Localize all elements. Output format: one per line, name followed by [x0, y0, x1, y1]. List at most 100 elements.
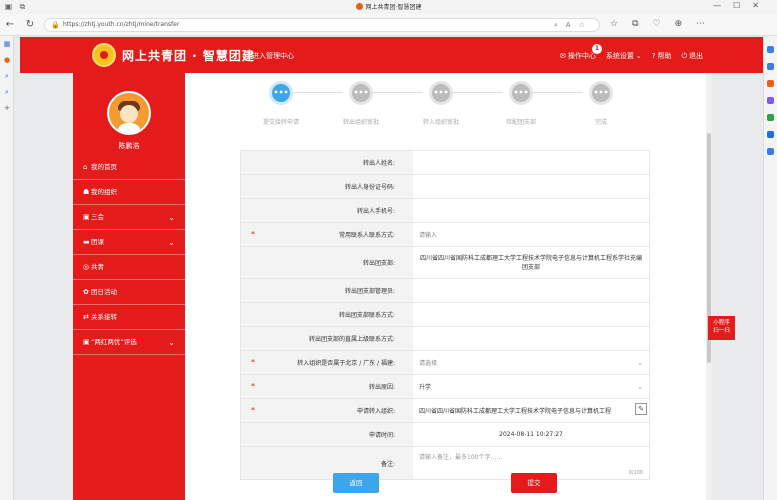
- id-number-field: [413, 175, 649, 198]
- sidebar-item-awards[interactable]: ▣“两红两优”评选 ⌄: [73, 330, 185, 355]
- transfer-icon: ⇄: [83, 313, 89, 321]
- browser-sidebar-right: [763, 36, 777, 500]
- out-branch-value: 四川省四川省国防科工成都理工大学工程技术学院电子信息与计算机工程系学社充编团支部: [419, 254, 642, 271]
- step-complete: ••• 完成: [571, 81, 631, 126]
- region-select[interactable]: 请选择 ⌄: [413, 351, 649, 374]
- chevron-down-icon: ⌄: [168, 213, 175, 222]
- browser-tab-bar: ▣ ⧉ 网上共青团·智慧团建 —☐✕: [0, 0, 777, 14]
- url-actions[interactable]: ⌕A☆: [554, 19, 593, 31]
- window-controls[interactable]: —☐✕: [713, 1, 771, 10]
- copilot-icon[interactable]: [767, 46, 774, 53]
- branch-admin-value: [413, 279, 649, 302]
- browser-tab[interactable]: 网上共青团·智慧团建: [0, 2, 777, 11]
- superior-contact-value: [413, 327, 649, 350]
- target-org-field[interactable]: 四川省四川省国防科工成都理工大学工程技术学院电子信息与计算机工程 ✎: [413, 399, 649, 422]
- browser-toolbar[interactable]: ☆⧉♡⊕⋯: [610, 19, 719, 29]
- shopping-icon[interactable]: [767, 80, 774, 87]
- help-button[interactable]: ? 帮助: [652, 51, 672, 61]
- add-icon[interactable]: +: [3, 104, 11, 112]
- row-region-select: * 转入组织是否属于北京 / 广东 / 福建: 请选择 ⌄: [241, 351, 649, 375]
- contact-input[interactable]: 请输入: [413, 223, 649, 246]
- admin-center-link[interactable]: 进入管理中心: [252, 51, 294, 61]
- row-branch-contact: 转出团支部联系方式:: [241, 303, 649, 327]
- chevron-down-icon: ⌄: [168, 338, 175, 347]
- site-favicon-icon: [355, 3, 363, 10]
- org-icon: ☗: [83, 188, 90, 196]
- submit-button[interactable]: 提交: [511, 473, 557, 493]
- message-count-badge: 1: [591, 44, 602, 54]
- settings-dropdown[interactable]: 系统设置 ⌄: [606, 51, 642, 61]
- drop-icon[interactable]: [767, 148, 774, 155]
- search-icon-2[interactable]: ⌕: [3, 88, 11, 96]
- favorite-app-icon[interactable]: ●: [3, 56, 11, 64]
- phone-field: [413, 199, 649, 222]
- sidebar-item-league[interactable]: ◎ 共青: [73, 255, 185, 280]
- chevron-down-icon: ⌄: [168, 238, 175, 247]
- username: 陈鹏浩: [118, 142, 140, 150]
- address-bar-area: ← ↻ 🔒 https://zhtj.youth.cn/zhtj/mine/tr…: [0, 14, 777, 36]
- sidebar-item-meetings[interactable]: ▣三会 ⌄: [73, 205, 185, 230]
- chevron-down-icon: ⌄: [637, 358, 643, 367]
- refresh-icon[interactable]: ↻: [24, 19, 36, 31]
- step-out-approval: ••• 转出组织审批: [331, 81, 391, 126]
- ellipsis-icon: •••: [429, 81, 453, 105]
- logout-button[interactable]: ⏻ 退出: [681, 51, 703, 61]
- sidebar-item-courses[interactable]: ▬团课 ⌄: [73, 230, 185, 255]
- row-out-branch: 转出团支部: 四川省四川省国防科工成都理工大学工程技术学院电子信息与计算机工程系…: [241, 247, 649, 279]
- league-logo-icon: [92, 43, 116, 67]
- home-icon: ⌂: [83, 163, 88, 171]
- chevron-down-icon: ⌄: [635, 52, 642, 60]
- games-icon[interactable]: [767, 97, 774, 104]
- mini-program-qr-button[interactable]: 小程序 扫一扫: [708, 316, 735, 340]
- app-header: 网上共青团 · 智慧团建 进入管理中心 ✉ 操作中心 1 系统设置 ⌄ ? 帮助…: [20, 37, 763, 73]
- mail-icon: ✉: [559, 52, 566, 60]
- avatar[interactable]: [107, 91, 151, 135]
- power-icon: ⏻: [681, 51, 687, 60]
- ellipsis-icon: •••: [509, 81, 533, 105]
- tools-icon[interactable]: [767, 63, 774, 70]
- row-name: 转出人姓名:: [241, 151, 649, 175]
- row-target-org: * 申请转入组织: 四川省四川省国防科工成都理工大学工程技术学院电子信息与计算机工…: [241, 399, 649, 423]
- brand-title: 网上共青团 · 智慧团建: [122, 49, 255, 63]
- url-input[interactable]: 🔒 https://zhtj.youth.cn/zhtj/mine/transf…: [44, 18, 600, 32]
- ellipsis-icon: •••: [349, 81, 373, 105]
- sidebar-item-activities[interactable]: ✿ 团日活动: [73, 280, 185, 305]
- sidebar-item-transfer[interactable]: ⇄ 关系接转: [73, 305, 185, 330]
- chevron-down-icon: ⌄: [637, 382, 643, 391]
- course-icon: ▬: [83, 238, 90, 246]
- outlook-icon[interactable]: [767, 131, 774, 138]
- step-assign-branch: ••• 待配团支部: [491, 81, 551, 126]
- edit-icon[interactable]: ✎: [635, 403, 647, 415]
- transfer-form: 转出人姓名: 转出人身份证号码: 转出人手机号: * 常用联系人联系方式: 请输入…: [240, 150, 650, 480]
- back-icon[interactable]: ←: [4, 19, 16, 31]
- sidebar-item-my-org[interactable]: ☗ 我的组织: [73, 180, 185, 205]
- award-icon: ▣: [83, 338, 90, 346]
- row-reason: * 转出原因: 升学 ⌄: [241, 375, 649, 399]
- sidebar-item-home[interactable]: ⌂ 我的首页: [73, 155, 185, 180]
- ellipsis-icon: •••: [269, 81, 293, 105]
- required-mark: *: [251, 230, 255, 239]
- row-remark: 备注: 请输入备注，最多100个字…… 0/100: [241, 447, 649, 479]
- required-mark: *: [251, 406, 255, 415]
- activity-icon: ✿: [83, 288, 89, 296]
- back-button[interactable]: 返回: [333, 473, 379, 493]
- sidebar-menu: ⌂ 我的首页 ☗ 我的组织 ▣三会 ⌄ ▬团课 ⌄ ◎ 共青 ✿ 团日活动 ⇄ 关系接转 ▣“…: [73, 155, 185, 355]
- lock-icon: 🔒: [51, 21, 60, 29]
- row-branch-admin: 转出团支部管理员:: [241, 279, 649, 303]
- step-submit: ••• 提交接转申请: [251, 81, 311, 126]
- collections-icon[interactable]: ▦: [3, 40, 11, 48]
- required-mark: *: [251, 358, 255, 367]
- content-scrollbar[interactable]: [706, 73, 712, 500]
- name-field: [413, 151, 649, 174]
- row-superior-contact: 转出团支部的直属上级联系方式:: [241, 327, 649, 351]
- header-actions: ✉ 操作中心 1 系统设置 ⌄ ? 帮助 ⏻ 退出: [559, 44, 703, 61]
- search-icon[interactable]: ⌕: [3, 72, 11, 80]
- league-icon: ◎: [83, 263, 90, 271]
- reason-select[interactable]: 升学 ⌄: [413, 375, 649, 398]
- row-phone: 转出人手机号:: [241, 199, 649, 223]
- help-icon: ?: [651, 52, 656, 60]
- row-contact: * 常用联系人联系方式: 请输入: [241, 223, 649, 247]
- required-mark: *: [251, 382, 255, 391]
- operation-center-button[interactable]: ✉ 操作中心 1: [559, 44, 602, 61]
- office-icon[interactable]: [767, 114, 774, 121]
